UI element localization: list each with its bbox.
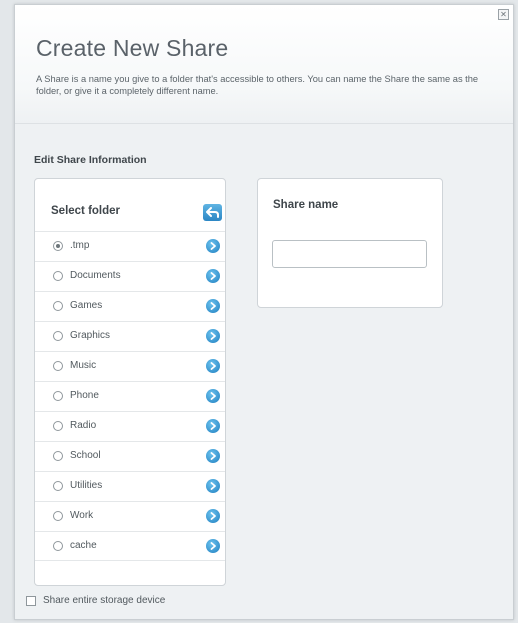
folder-list-item[interactable]: Radio — [35, 411, 225, 441]
chevron-right-icon[interactable] — [206, 449, 220, 463]
folder-radio[interactable] — [53, 511, 63, 521]
share-name-input[interactable] — [272, 240, 427, 268]
chevron-right-icon[interactable] — [206, 239, 220, 253]
chevron-right-icon[interactable] — [206, 539, 220, 553]
folder-list-item[interactable]: Games — [35, 291, 225, 321]
folder-panel: Select folder .tmp Documents Games Graphics… — [34, 178, 226, 586]
folder-name: .tmp — [70, 240, 90, 251]
share-name-panel: Share name — [257, 178, 443, 308]
dialog-header: ✕ Create New Share A Share is a name you… — [15, 5, 513, 124]
share-entire-device-checkbox[interactable] — [26, 596, 36, 606]
folder-list-item[interactable]: .tmp — [35, 231, 225, 261]
folder-radio[interactable] — [53, 331, 63, 341]
create-share-dialog: ✕ Create New Share A Share is a name you… — [14, 4, 514, 620]
folder-list-item[interactable]: Phone — [35, 381, 225, 411]
share-entire-device-label: Share entire storage device — [43, 595, 166, 606]
folder-name: Radio — [70, 420, 97, 431]
section-heading: Edit Share Information — [34, 154, 147, 166]
dialog-title: Create New Share — [36, 35, 229, 61]
folder-radio[interactable] — [53, 391, 63, 401]
chevron-right-icon[interactable] — [206, 299, 220, 313]
chevron-right-icon[interactable] — [206, 359, 220, 373]
share-name-label: Share name — [273, 199, 339, 211]
folder-name: Phone — [70, 390, 99, 401]
chevron-right-icon[interactable] — [206, 389, 220, 403]
folder-name: cache — [70, 540, 97, 551]
folder-list: .tmp Documents Games Graphics Music Phone Radi… — [35, 231, 225, 561]
chevron-right-icon[interactable] — [206, 479, 220, 493]
folder-name: School — [70, 450, 101, 461]
folder-name: Games — [70, 300, 103, 311]
folder-radio[interactable] — [53, 241, 63, 251]
folder-radio[interactable] — [53, 451, 63, 461]
back-arrow-icon[interactable] — [203, 204, 222, 221]
folder-radio[interactable] — [53, 361, 63, 371]
folder-list-item[interactable]: Work — [35, 501, 225, 531]
folder-radio[interactable] — [53, 421, 63, 431]
folder-list-item[interactable]: Documents — [35, 261, 225, 291]
folder-radio[interactable] — [53, 541, 63, 551]
folder-list-item[interactable]: cache — [35, 531, 225, 561]
folder-name: Work — [70, 510, 94, 521]
folder-name: Graphics — [70, 330, 111, 341]
folder-radio[interactable] — [53, 481, 63, 491]
folder-radio[interactable] — [53, 271, 63, 281]
folder-name: Music — [70, 360, 97, 371]
folder-list-item[interactable]: Utilities — [35, 471, 225, 501]
chevron-right-icon[interactable] — [206, 269, 220, 283]
chevron-right-icon[interactable] — [206, 329, 220, 343]
folder-panel-header: Select folder — [35, 179, 225, 231]
chevron-right-icon[interactable] — [206, 419, 220, 433]
folder-name: Documents — [70, 270, 121, 281]
folder-list-item[interactable]: School — [35, 441, 225, 471]
folder-name: Utilities — [70, 480, 103, 491]
dialog-description: A Share is a name you give to a folder t… — [36, 74, 479, 96]
folder-radio[interactable] — [53, 301, 63, 311]
folder-list-item[interactable]: Graphics — [35, 321, 225, 351]
folder-list-item[interactable]: Music — [35, 351, 225, 381]
close-icon[interactable]: ✕ — [498, 9, 509, 20]
select-folder-title: Select folder — [51, 205, 121, 217]
chevron-right-icon[interactable] — [206, 509, 220, 523]
